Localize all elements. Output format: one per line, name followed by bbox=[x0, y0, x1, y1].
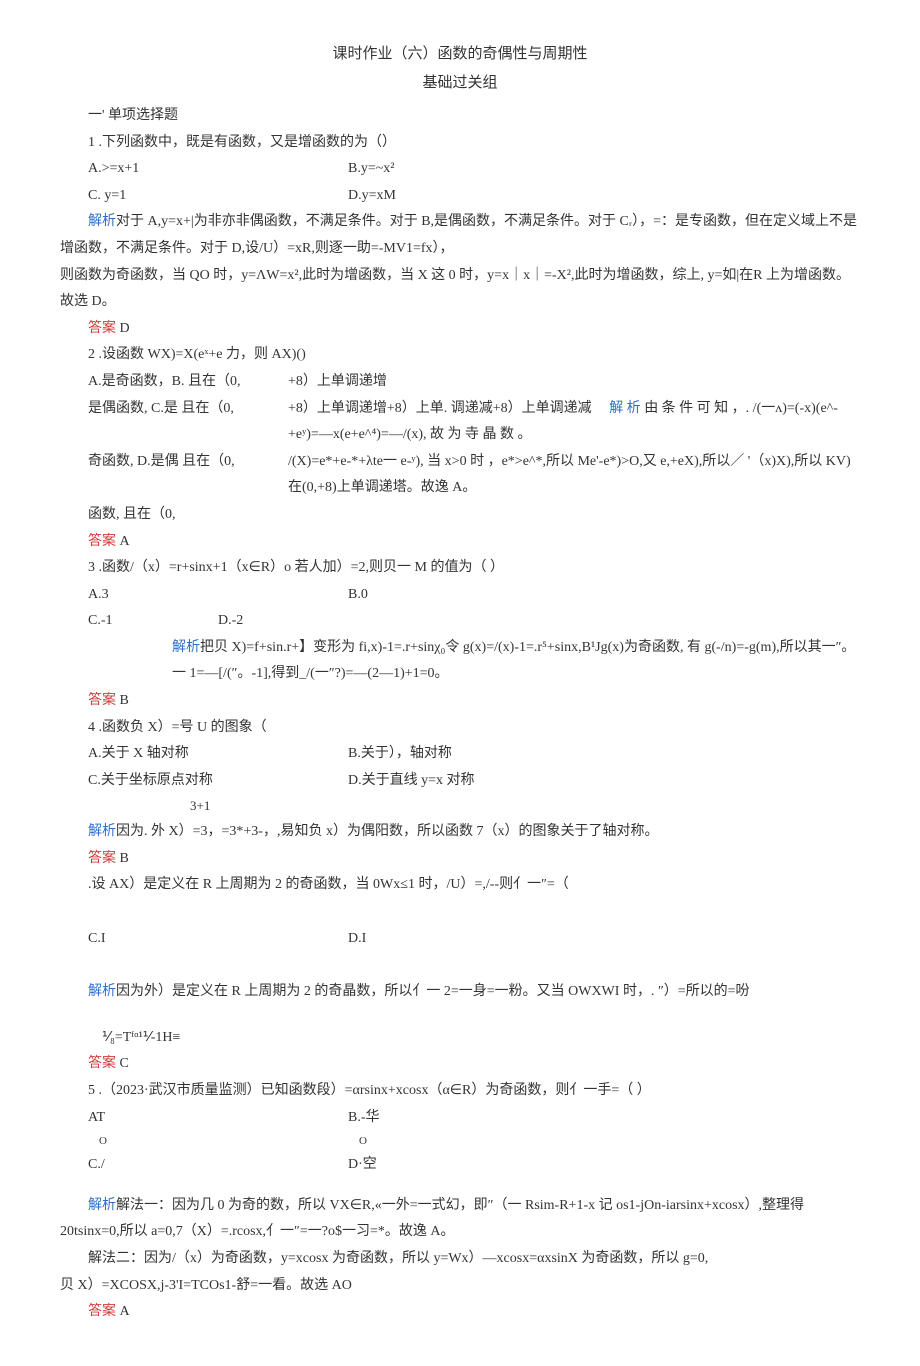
q1-option-c: C. y=1 bbox=[60, 183, 348, 210]
q1-explanation-line1: 解析对于 A,y=x+|为非亦非偶函数，不满足条件。对于 B,是偶函数，不满足条… bbox=[60, 209, 860, 262]
answer-label: 答案 bbox=[88, 693, 116, 708]
q2-row-a: A.是奇函数，B. 且在（0, +8）上单调递增 bbox=[60, 369, 860, 396]
q3-option-a: A.3 bbox=[60, 582, 348, 609]
q5-stem: .设 AX）是定义在 R 上周期为 2 的奇函数，当 0Wx≤1 时，/U）=,… bbox=[60, 872, 860, 899]
q6-option-b-text: B.-华 bbox=[348, 1110, 380, 1125]
q2-stem: 2 .设函数 WX)=X(eˣ+e 力，则 AX)() bbox=[60, 342, 860, 369]
page-subtitle: 基础过关组 bbox=[60, 69, 860, 98]
q2-row-c: 奇函数, D.是偶 且在（0, /(X)=e*+e-*+λte一 e-ʸ), 当… bbox=[60, 449, 860, 502]
answer-label: 答案 bbox=[88, 1304, 116, 1319]
q5-row-cd: C.I D.I bbox=[60, 926, 860, 953]
q5-explanation: 解析因为外）是定义在 R 上周期为 2 的奇晶数，所以亻一 2=一身=一粉。又当… bbox=[60, 979, 860, 1006]
q6-option-a-text: AT bbox=[88, 1110, 105, 1125]
q6-option-d: D·空 bbox=[348, 1152, 608, 1179]
q5-option-d: D.I bbox=[348, 926, 608, 953]
q6-stem: 5 .（2023·武汉市质量监测）已知函数段）=αrsinx+xcosx（α∈R… bbox=[60, 1078, 860, 1105]
q3-answer: 答案 B bbox=[60, 688, 860, 715]
q6-option-c: C./ bbox=[60, 1152, 348, 1179]
q3-row2: C.-1 D.-2 bbox=[60, 608, 860, 635]
q6-answer: 答案 A bbox=[60, 1299, 860, 1326]
q6-option-b-sub: O bbox=[348, 1131, 608, 1152]
answer-label: 答案 bbox=[88, 534, 116, 549]
q6-explanation-a: 解析解法一：因为几 0 为奇的数，所以 VX∈R,«一外=一式幻，即″（一 Rs… bbox=[60, 1193, 860, 1246]
q4-frac-note: 3+1 bbox=[60, 794, 860, 819]
q4-options: A.关于 X 轴对称 B.关于），轴对称 C.关于坐标原点对称 D.关于直线 y… bbox=[60, 741, 860, 794]
q6-answer-value: A bbox=[120, 1304, 130, 1319]
q3-explanation: 解析把贝 X)=f+sin.r+】变形为 fi,x)-1=.r+sinχ₀令 g… bbox=[60, 635, 860, 688]
q2-option-a-left: A.是奇函数，B. 且在（0, bbox=[60, 369, 288, 396]
q4-option-d: D.关于直线 y=x 对称 bbox=[348, 768, 608, 795]
q1-answer-value: D bbox=[120, 321, 130, 336]
q2-option-d-left: 函数, 且在（0, bbox=[60, 502, 288, 529]
section-heading: 一' 单项选择题 bbox=[60, 103, 860, 130]
q4-explanation: 解析因为. 外 X）=3，=3*+3-，,易知负 x）为偶阳数，所以函数 7（x… bbox=[60, 819, 860, 846]
q4-expl-text: 因为. 外 X）=3，=3*+3-，,易知负 x）为偶阳数，所以函数 7（x）的… bbox=[116, 824, 658, 839]
q1-option-d: D.y=xM bbox=[348, 183, 608, 210]
q6-explanation-c: 贝 X）=XCOSX,j-3'I=TCOs1-舒=一看。故选 AO bbox=[60, 1273, 860, 1300]
q1-explanation-line2: 则函数为奇函数，当 QO 时，y=ΛW=x²,此时为增函数，当 X 这 0 时，… bbox=[60, 263, 860, 316]
page-title: 课时作业（六）函数的奇偶性与周期性 bbox=[60, 40, 860, 69]
explanation-label: 解析 bbox=[88, 214, 116, 229]
q1-option-b: B.y=~x² bbox=[348, 156, 608, 183]
q5-answer: 答案 C bbox=[60, 1051, 860, 1078]
q2-expl-label: 解 析 bbox=[609, 401, 641, 416]
q4-option-a: A.关于 X 轴对称 bbox=[88, 741, 348, 768]
q2-option-a-right: +8）上单调递增 bbox=[288, 369, 860, 396]
q6-row2: C./ D·空 bbox=[60, 1152, 860, 1179]
q3-option-b: B.0 bbox=[348, 582, 608, 609]
answer-label: 答案 bbox=[88, 851, 116, 866]
q2-option-b-right: +8）上单调递增+8）上单. 调递减+8）上单调递减 解 析 由 条 件 可 知… bbox=[288, 396, 860, 449]
q4-answer: 答案 B bbox=[60, 846, 860, 873]
q3-option-d: D.-2 bbox=[218, 608, 348, 635]
q2-option-c-left: 奇函数, D.是偶 且在（0, bbox=[60, 449, 288, 502]
answer-label: 答案 bbox=[88, 321, 116, 336]
explanation-label: 解析 bbox=[88, 824, 116, 839]
q2-option-b-left: 是偶函数, C.是 且在（0, bbox=[60, 396, 288, 449]
answer-label: 答案 bbox=[88, 1056, 116, 1071]
q6-expl-a-text: 解法一：因为几 0 为奇的数，所以 VX∈R,«一外=一式幻，即″（一 Rsim… bbox=[60, 1198, 804, 1240]
q1-option-a: A.>=x+1 bbox=[60, 156, 348, 183]
q6-option-a: AT O bbox=[60, 1105, 348, 1152]
q5-extra-line: ⅟₈=Tᶠᵅ¹⅟-1H≡ bbox=[60, 1025, 860, 1052]
q2-answer: 答案 A bbox=[60, 529, 860, 556]
q1-answer: 答案 D bbox=[60, 316, 860, 343]
q3-expl-text: 把贝 X)=f+sin.r+】变形为 fi,x)-1=.r+sinχ₀令 g(x… bbox=[172, 640, 855, 682]
q4-stem: 4 .函数负 X）=号 U 的图象（ bbox=[60, 715, 860, 742]
q3-answer-value: B bbox=[120, 693, 129, 708]
q6-explanation-b: 解法二：因为/（x）为奇函数，y=xcosx 为奇函数，所以 y=Wx）—xco… bbox=[60, 1246, 860, 1273]
q2-expl-b-part: /(X)=e*+e-*+λte一 e-ʸ), 当 x>0 时 ，e*>e^*,所… bbox=[288, 449, 860, 502]
q2-row-d: 函数, 且在（0, bbox=[60, 502, 860, 529]
explanation-label: 解析 bbox=[88, 1198, 116, 1213]
q1-options-row1: A.>=x+1 B.y=~x² bbox=[60, 156, 860, 183]
q5-option-c: C.I bbox=[60, 926, 348, 953]
q4-option-c: C.关于坐标原点对称 bbox=[88, 768, 348, 795]
q3-option-c: C.-1 bbox=[60, 608, 218, 635]
q1-expl-text-a: 对于 A,y=x+|为非亦非偶函数，不满足条件。对于 B,是偶函数，不满足条件。… bbox=[60, 214, 857, 256]
explanation-label: 解析 bbox=[172, 640, 200, 655]
q3-stem: 3 .函数/（x）=r+sinx+1（x∈R）o 若人加）=2,则贝一 M 的值… bbox=[60, 555, 860, 582]
q6-option-b: B.-华 O bbox=[348, 1105, 608, 1152]
q5-answer-value: C bbox=[120, 1056, 129, 1071]
q2-option-b-text: +8）上单调递增+8）上单. 调递减+8）上单调递减 bbox=[288, 401, 592, 416]
q1-stem: 1 .下列函数中，既是有函数，又是增函数的为（） bbox=[60, 130, 860, 157]
q4-option-b: B.关于），轴对称 bbox=[348, 741, 608, 768]
q1-options-row2: C. y=1 D.y=xM bbox=[60, 183, 860, 210]
q5-expl-text: 因为外）是定义在 R 上周期为 2 的奇晶数，所以亻一 2=一身=一粉。又当 O… bbox=[116, 984, 750, 999]
q6-option-a-sub: O bbox=[88, 1131, 348, 1152]
explanation-label: 解析 bbox=[88, 984, 116, 999]
q2-row-b: 是偶函数, C.是 且在（0, +8）上单调递增+8）上单. 调递减+8）上单调… bbox=[60, 396, 860, 449]
q6-row1: AT O B.-华 O bbox=[60, 1105, 860, 1152]
q3-row1: A.3 B.0 bbox=[60, 582, 860, 609]
q4-answer-value: B bbox=[120, 851, 129, 866]
q2-answer-value: A bbox=[120, 534, 130, 549]
